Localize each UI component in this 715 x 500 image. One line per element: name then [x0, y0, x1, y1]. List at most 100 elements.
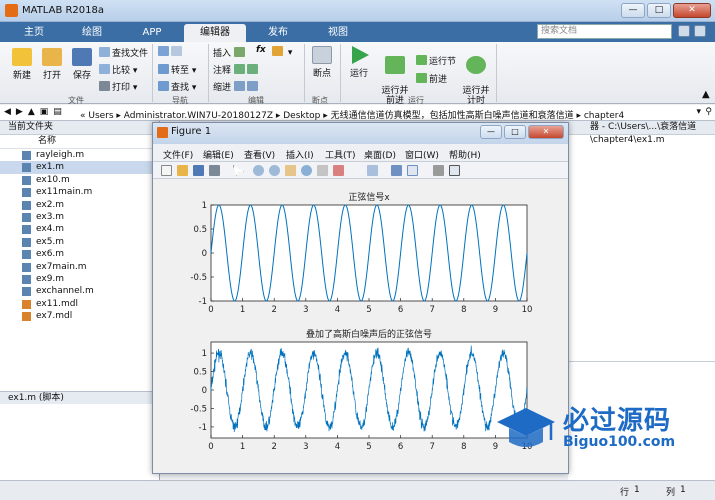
close-button[interactable]: ✕ [673, 3, 711, 18]
file-item-ex3[interactable]: ex3.m [0, 211, 159, 223]
figure-minimize-button[interactable]: — [480, 125, 502, 139]
data-cursor-icon[interactable] [317, 165, 328, 176]
run-time-button[interactable]: 运行并 计时 [462, 46, 490, 106]
details-pane[interactable]: ex1.m (脚本) [0, 391, 160, 404]
menu-tools[interactable]: 工具(T) [325, 148, 356, 161]
save-button[interactable]: 保存 [68, 48, 96, 81]
tab-home[interactable]: 主页 [6, 24, 62, 42]
tab-plots[interactable]: 绘图 [64, 24, 120, 42]
tab-publish[interactable]: 发布 [250, 24, 306, 42]
run-section-button[interactable]: 运行节 [416, 54, 456, 67]
editor-tab-path[interactable]: 器 - C:\Users\...\衰落信道\chapter4\ex1.m [568, 121, 715, 147]
ribbon-separator [152, 44, 153, 102]
legend-icon[interactable] [407, 165, 418, 176]
tab-editor[interactable]: 编辑器 [184, 24, 246, 42]
menu-file[interactable]: 文件(F) [163, 148, 193, 161]
figure-title-bar[interactable]: Figure 1 — □ ✕ [153, 123, 568, 144]
address-dropdown-icon[interactable]: ▾ [696, 107, 701, 117]
pan-hand-icon[interactable] [285, 165, 296, 176]
file-item-ex11-mdl[interactable]: ex11.mdl [0, 298, 159, 310]
rotate-icon[interactable] [301, 165, 312, 176]
insert-function-button[interactable]: ▾ [272, 46, 292, 58]
hide-plot-tools-icon[interactable] [433, 165, 444, 176]
tab-apps[interactable]: APP [124, 24, 180, 42]
file-item-ex1[interactable]: ex1.m [0, 161, 159, 174]
zoom-out-icon[interactable] [269, 165, 280, 176]
x-tick-label: 5 [366, 305, 371, 315]
file-item-ex9[interactable]: ex9.m [0, 273, 159, 285]
fx-button[interactable]: fx [256, 45, 266, 55]
x-tick-label: 9 [493, 305, 498, 315]
file-item-ex2[interactable]: ex2.m [0, 199, 159, 211]
collapse-ribbon-icon[interactable]: ▲ [702, 89, 710, 100]
figure-maximize-button[interactable]: □ [504, 125, 526, 139]
colorbar-icon[interactable] [391, 165, 402, 176]
brush-icon[interactable] [333, 165, 344, 176]
ribbon-separator [304, 44, 305, 102]
m-file-icon [22, 274, 31, 284]
file-item-rayleigh[interactable]: rayleigh.m [0, 149, 159, 161]
new-figure-icon[interactable] [161, 165, 172, 176]
open-file-icon[interactable] [177, 165, 188, 176]
link-plot-icon[interactable] [367, 165, 378, 176]
address-search-icon[interactable]: ⚲ [705, 107, 712, 117]
file-item-ex7-mdl[interactable]: ex7.mdl [0, 310, 159, 322]
file-item-ex7main[interactable]: ex7main.m [0, 261, 159, 273]
indent-button[interactable]: 缩进 [213, 80, 260, 93]
maximize-button[interactable]: □ [647, 3, 671, 18]
pointer-icon[interactable] [233, 165, 244, 176]
find-files-button[interactable]: 查找文件 [99, 46, 148, 59]
menu-help[interactable]: 帮助(H) [449, 148, 481, 161]
breakpoints-button[interactable]: 断点 [309, 46, 335, 79]
new-button[interactable]: 新建 [8, 48, 36, 81]
name-column-header[interactable]: 名称 [0, 135, 159, 149]
file-item-exchannel[interactable]: exchannel.m [0, 285, 159, 297]
file-item-ex10[interactable]: ex10.m [0, 174, 159, 186]
run-advance-button[interactable]: 运行并 前进 [380, 46, 410, 106]
run-button[interactable]: 运行 [344, 46, 374, 79]
file-item-ex11main[interactable]: ex11main.m [0, 186, 159, 198]
menu-view[interactable]: 查看(V) [244, 148, 275, 161]
goto-button[interactable]: 转至 ▾ [158, 63, 196, 76]
search-docs-input[interactable]: 搜索文档 [537, 24, 672, 39]
row-label: 行 [620, 488, 630, 498]
browse-folder-icon[interactable]: ▣ [40, 107, 49, 117]
save-figure-icon[interactable] [193, 165, 204, 176]
compare-button[interactable]: 比较 ▾ [99, 63, 137, 76]
x-tick-label: 8 [461, 442, 466, 452]
x-tick-label: 0 [208, 305, 213, 315]
back-arrow-icon[interactable]: ◀ [4, 107, 11, 117]
forward-arrow-icon[interactable]: ▶ [16, 107, 23, 117]
comment-button[interactable]: 注释 [213, 63, 260, 76]
insert-button[interactable]: 插入 [213, 46, 247, 59]
arrow-left-icon [158, 46, 169, 56]
file-item-ex4[interactable]: ex4.m [0, 223, 159, 235]
advance-button[interactable]: 前进 [416, 72, 447, 85]
matlab-figure-icon [157, 127, 168, 138]
user-icon[interactable] [694, 25, 706, 37]
x-tick-label: 7 [429, 305, 434, 315]
up-folder-icon[interactable]: ▲ [28, 107, 35, 117]
minimize-button[interactable]: — [621, 3, 645, 18]
insert-icon [233, 47, 245, 57]
search-icon[interactable] [678, 25, 690, 37]
menu-edit[interactable]: 编辑(E) [203, 148, 234, 161]
print-button[interactable]: 打印 ▾ [99, 80, 137, 93]
figure-close-button[interactable]: ✕ [528, 125, 564, 139]
tab-view[interactable]: 视图 [310, 24, 366, 42]
file-item-ex6[interactable]: ex6.m [0, 248, 159, 260]
menu-window[interactable]: 窗口(W) [405, 148, 439, 161]
show-plot-tools-icon[interactable] [449, 165, 460, 176]
file-item-ex5[interactable]: ex5.m [0, 236, 159, 248]
menu-desktop[interactable]: 桌面(D) [364, 148, 396, 161]
mdl-file-icon [22, 312, 31, 322]
watermark-sub-text: Biguo100.com [563, 434, 676, 450]
folder-icon[interactable]: ▤ [53, 107, 62, 117]
find-button[interactable]: 查找 ▾ [158, 80, 196, 93]
breadcrumb[interactable]: « Users ▸ Administrator.WIN7U-20180127Z … [80, 108, 624, 120]
back-nav-button[interactable] [158, 46, 184, 58]
zoom-in-icon[interactable] [253, 165, 264, 176]
print-figure-icon[interactable] [209, 165, 220, 176]
menu-insert[interactable]: 插入(I) [286, 148, 314, 161]
open-button[interactable]: 打开 [38, 48, 66, 81]
